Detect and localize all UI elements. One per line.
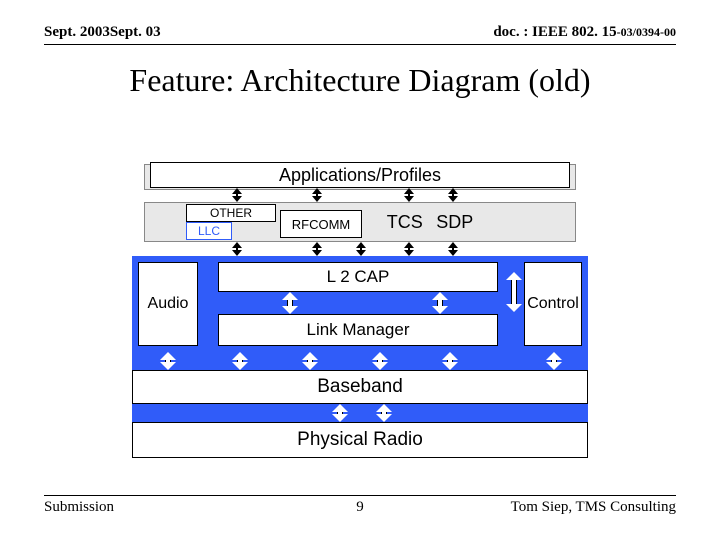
warrow-bb-2 <box>232 352 248 370</box>
slide-title: Feature: Architecture Diagram (old) <box>0 62 720 99</box>
physical-radio-label: Physical Radio <box>297 429 423 451</box>
arrow-tcs-l2cap <box>404 242 414 256</box>
rfcomm-label: RFCOMM <box>292 217 351 232</box>
blue-gap-1 <box>132 352 588 370</box>
warrow-pr-1 <box>332 404 348 422</box>
link-manager-label: Link Manager <box>306 320 409 340</box>
warrow-bb-3 <box>302 352 318 370</box>
slide-header: Sept. 2003Sept. 03 doc. : IEEE 802. 15-0… <box>44 24 676 41</box>
white-arrow-l2cap-lm-2 <box>432 292 448 314</box>
warrow-pr-2 <box>376 404 392 422</box>
tcs-label: TCS <box>387 212 423 233</box>
footer-page-number: 9 <box>44 499 676 516</box>
header-rule <box>44 44 676 45</box>
white-arrow-l2cap-control <box>506 272 522 312</box>
l2cap-label: L 2 CAP <box>327 267 390 287</box>
arrow-rfcomm-l2cap <box>312 242 322 256</box>
sdp-label: SDP <box>436 212 473 233</box>
control-label: Control <box>527 295 579 313</box>
control-box: Control <box>524 262 582 346</box>
white-arrow-l2cap-lm-1 <box>282 292 298 314</box>
link-manager-box: Link Manager <box>218 314 498 346</box>
arrow-apps-sdp <box>448 188 458 202</box>
footer-rule <box>44 495 676 496</box>
arrow-mid-l2cap <box>356 242 366 256</box>
architecture-diagram: Applications/Profiles OTHER LLC RFCOMM T… <box>132 160 588 466</box>
header-doc-id: doc. : IEEE 802. 15-03/0394-00 <box>493 24 676 41</box>
blue-gap-2 <box>132 404 588 422</box>
arrow-apps-other <box>232 188 242 202</box>
warrow-bb-6 <box>546 352 562 370</box>
audio-box: Audio <box>138 262 198 346</box>
rfcomm-box: RFCOMM <box>280 210 362 238</box>
llc-box: LLC <box>186 222 232 240</box>
arrow-sdp-l2cap <box>448 242 458 256</box>
audio-label: Audio <box>148 295 189 313</box>
baseband-label: Baseband <box>317 376 403 398</box>
arrow-apps-tcs <box>404 188 414 202</box>
other-box: OTHER <box>186 204 276 222</box>
slide-footer: Submission 9 Tom Siep, TMS Consulting <box>44 499 676 516</box>
warrow-bb-4 <box>372 352 388 370</box>
physical-radio-box: Physical Radio <box>132 422 588 458</box>
other-label: OTHER <box>210 206 252 220</box>
llc-label: LLC <box>198 224 220 238</box>
arrow-other-l2cap <box>232 242 242 256</box>
arrow-apps-rfcomm <box>312 188 322 202</box>
l2cap-box: L 2 CAP <box>218 262 498 292</box>
header-date: Sept. 2003Sept. 03 <box>44 24 161 41</box>
tcs-sdp-group: TCS SDP <box>380 206 480 238</box>
applications-profiles-label: Applications/Profiles <box>279 165 441 186</box>
warrow-bb-1 <box>160 352 176 370</box>
baseband-box: Baseband <box>132 370 588 404</box>
applications-profiles-box: Applications/Profiles <box>150 162 570 188</box>
warrow-bb-5 <box>442 352 458 370</box>
